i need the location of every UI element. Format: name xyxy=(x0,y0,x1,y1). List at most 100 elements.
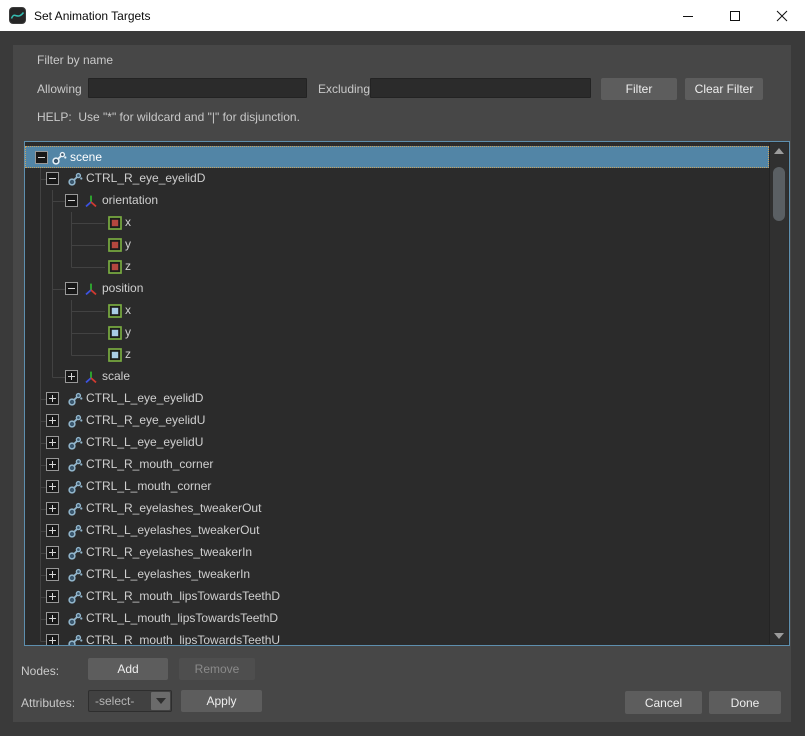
maximize-button[interactable] xyxy=(711,0,758,31)
tree-row[interactable]: CTRL_L_eyelashes_tweakerIn xyxy=(25,564,769,586)
dropdown-arrow-icon xyxy=(151,692,170,710)
excluding-input[interactable] xyxy=(370,78,591,98)
tree-row-label: CTRL_L_mouth_lipsTowardsTeethD xyxy=(86,608,278,629)
node-icon-wrap xyxy=(67,589,83,605)
joint-icon xyxy=(67,391,83,407)
tree-row-label: position xyxy=(102,278,143,299)
node-icon-wrap xyxy=(67,501,83,517)
apply-attributes-button[interactable]: Apply xyxy=(181,690,262,712)
joint-icon xyxy=(67,633,83,645)
clear-filter-button[interactable]: Clear Filter xyxy=(685,78,763,100)
tree-expander-plus[interactable] xyxy=(46,480,59,493)
tree-row-label: z xyxy=(125,256,131,277)
tree-expander-plus[interactable] xyxy=(46,502,59,515)
tree-row[interactable]: CTRL_R_mouth_lipsTowardsTeethD xyxy=(25,586,769,608)
tree-row-label: CTRL_R_eyelashes_tweakerIn xyxy=(86,542,252,563)
tree-row[interactable]: x xyxy=(25,300,769,322)
window-controls xyxy=(664,0,805,31)
tree-row[interactable]: CTRL_R_eye_eyelidU xyxy=(25,410,769,432)
node-icon-wrap xyxy=(67,435,83,451)
tree-row[interactable]: y xyxy=(25,234,769,256)
joint-icon xyxy=(67,171,83,187)
tree-row-label: y xyxy=(125,234,131,255)
tree-row[interactable]: CTRL_L_eyelashes_tweakerOut xyxy=(25,520,769,542)
done-button[interactable]: Done xyxy=(709,691,781,714)
tree-row-label: x xyxy=(125,212,131,233)
tree-row[interactable]: CTRL_R_mouth_corner xyxy=(25,454,769,476)
node-icon-wrap xyxy=(67,523,83,539)
filter-button[interactable]: Filter xyxy=(601,78,677,100)
node-icon-wrap xyxy=(108,238,122,252)
help-body: Use "*" for wildcard and "|" for disjunc… xyxy=(78,110,300,124)
minimize-button[interactable] xyxy=(664,0,711,31)
joint-icon xyxy=(67,589,83,605)
tree-row[interactable]: scale xyxy=(25,366,769,388)
tree-row[interactable]: CTRL_R_eye_eyelidD xyxy=(25,168,769,190)
tree-row[interactable]: CTRL_L_mouth_lipsTowardsTeethD xyxy=(25,608,769,630)
attribute-icon xyxy=(108,238,122,252)
add-nodes-button[interactable]: Add xyxy=(88,658,168,680)
tree-expander-plus[interactable] xyxy=(65,370,78,383)
attributes-select-dropdown[interactable]: -select- xyxy=(88,690,172,712)
tree-expander-plus[interactable] xyxy=(46,436,59,449)
attributes-select-value: -select- xyxy=(89,694,151,708)
tree-expander-plus[interactable] xyxy=(46,524,59,537)
tree-expander-plus[interactable] xyxy=(46,458,59,471)
tree-expander-plus[interactable] xyxy=(46,414,59,427)
node-icon-wrap xyxy=(67,391,83,407)
tree-row[interactable]: z xyxy=(25,344,769,366)
tree-expander-minus[interactable] xyxy=(65,194,78,207)
joint-icon xyxy=(51,150,67,166)
tree-row-label: x xyxy=(125,300,131,321)
tree-expander-minus[interactable] xyxy=(65,282,78,295)
tree-expander-minus[interactable] xyxy=(46,172,59,185)
tree-expander-plus[interactable] xyxy=(46,634,59,645)
animation-curve-app-icon xyxy=(9,7,26,24)
tree-content: scene CTRL_R_eye_eyelidD orientation x y… xyxy=(25,142,769,645)
close-button[interactable] xyxy=(758,0,805,31)
filter-section-label: Filter by name xyxy=(37,53,113,67)
tree-row[interactable]: z xyxy=(25,256,769,278)
tree-row-label: CTRL_R_mouth_lipsTowardsTeethU xyxy=(86,630,280,645)
tree-row[interactable]: y xyxy=(25,322,769,344)
node-icon-wrap xyxy=(67,171,83,187)
attribute-icon xyxy=(108,260,122,274)
attribute-icon xyxy=(108,348,122,362)
tree-row[interactable]: position xyxy=(25,278,769,300)
node-icon-wrap xyxy=(108,326,122,340)
tree-expander-minus[interactable] xyxy=(35,151,48,164)
tree-row[interactable]: x xyxy=(25,212,769,234)
tree-expander-plus[interactable] xyxy=(46,612,59,625)
tree-row[interactable]: CTRL_R_eyelashes_tweakerIn xyxy=(25,542,769,564)
tree-row[interactable]: scene xyxy=(25,146,769,168)
allowing-input[interactable] xyxy=(88,78,307,98)
tree-row[interactable]: CTRL_R_mouth_lipsTowardsTeethU xyxy=(25,630,769,645)
tree-row[interactable]: CTRL_R_eyelashes_tweakerOut xyxy=(25,498,769,520)
tree-row-label: scale xyxy=(102,366,130,387)
node-icon-wrap xyxy=(67,457,83,473)
tree-expander-plus[interactable] xyxy=(46,392,59,405)
tree-expander-plus[interactable] xyxy=(46,590,59,603)
tree-row[interactable]: orientation xyxy=(25,190,769,212)
attribute-icon xyxy=(108,326,122,340)
tree-row[interactable]: CTRL_L_eye_eyelidD xyxy=(25,388,769,410)
tree-row-label: orientation xyxy=(102,190,158,211)
remove-nodes-button[interactable]: Remove xyxy=(179,658,255,680)
node-icon-wrap xyxy=(108,304,122,318)
scroll-up-button[interactable] xyxy=(770,143,788,159)
scroll-thumb[interactable] xyxy=(773,167,785,221)
tree-row[interactable]: CTRL_L_eye_eyelidU xyxy=(25,432,769,454)
cancel-button[interactable]: Cancel xyxy=(625,691,702,714)
axis-tripod-icon xyxy=(83,369,99,385)
tree-row-label: CTRL_L_eyelashes_tweakerOut xyxy=(86,520,259,541)
node-icon-wrap xyxy=(67,633,83,645)
tree-row[interactable]: CTRL_L_mouth_corner xyxy=(25,476,769,498)
tree-expander-plus[interactable] xyxy=(46,568,59,581)
tree-expander-plus[interactable] xyxy=(46,546,59,559)
help-text: HELP: Use "*" for wildcard and "|" for d… xyxy=(37,110,300,124)
joint-icon xyxy=(67,545,83,561)
scroll-down-button[interactable] xyxy=(770,628,788,644)
tree-row-label: CTRL_R_eye_eyelidD xyxy=(86,168,205,189)
node-icon-wrap xyxy=(108,348,122,362)
set-animation-targets-dialog: { "window": { "title": "Set Animation Ta… xyxy=(0,0,805,736)
